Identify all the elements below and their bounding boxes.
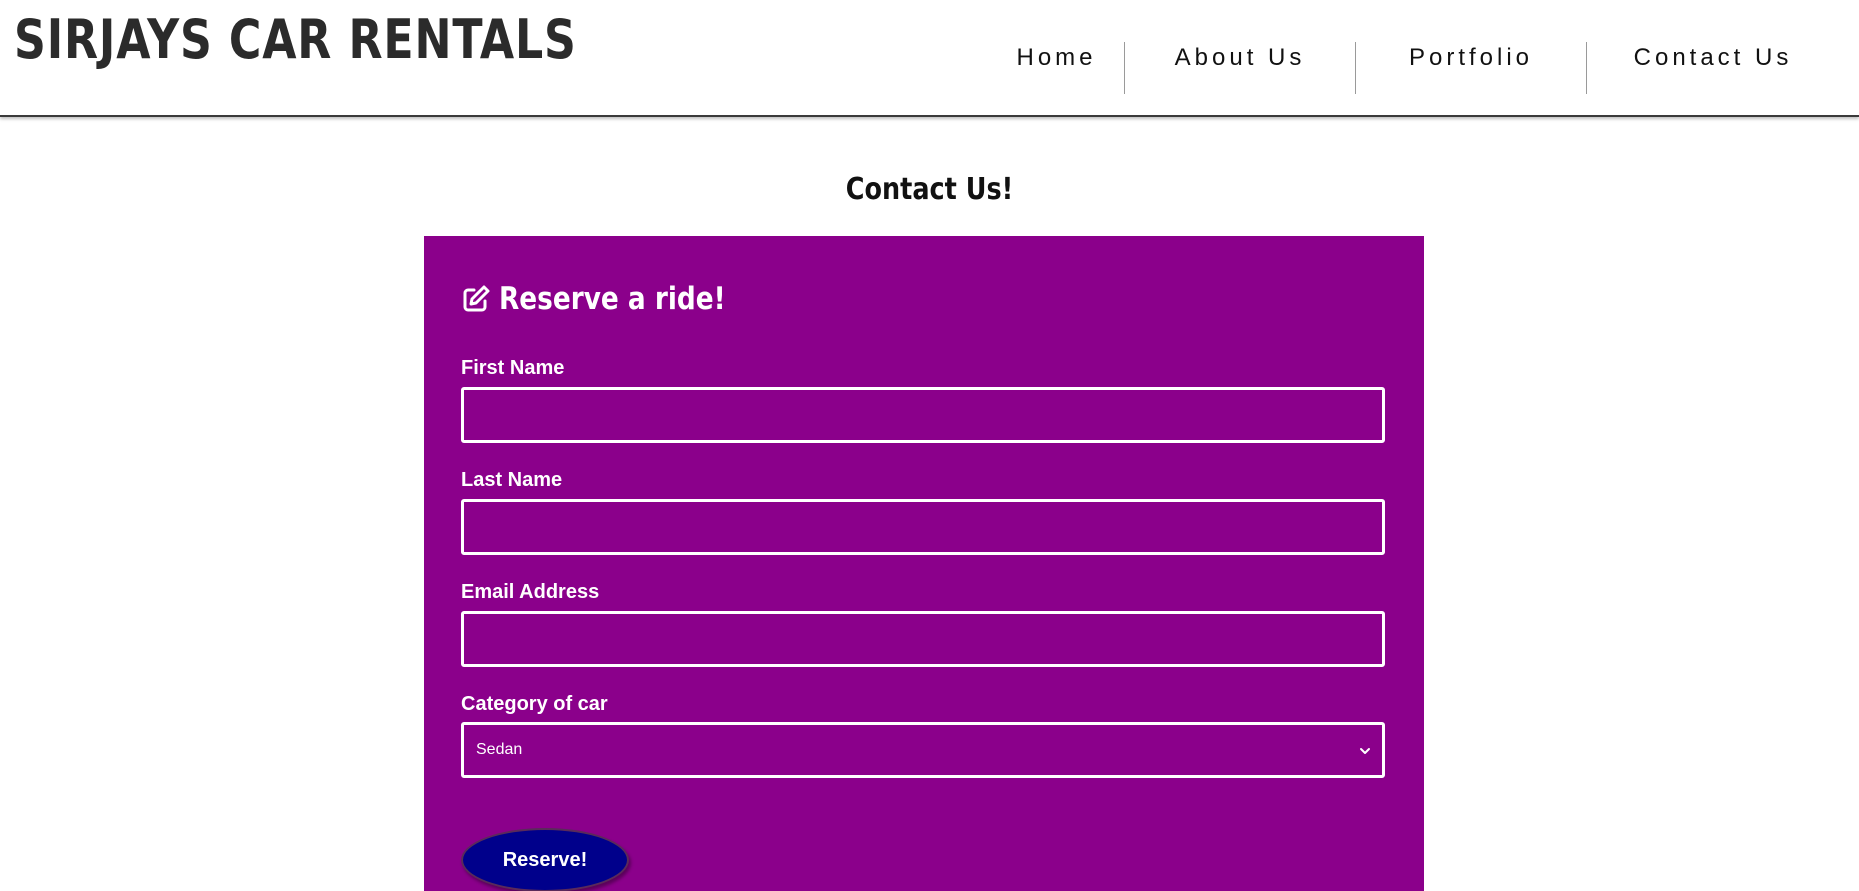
- site-brand[interactable]: SIRJAYS CAR RENTALS: [14, 8, 577, 71]
- site-header: SIRJAYS CAR RENTALS Home About Us Portfo…: [0, 0, 1859, 117]
- nav-contact-us[interactable]: Contact Us: [1587, 42, 1859, 94]
- last-name-label: Last Name: [461, 469, 563, 491]
- category-selected-value: Sedan: [476, 741, 523, 758]
- page-title: Contact Us!: [0, 172, 1859, 207]
- nav-home[interactable]: Home: [969, 42, 1124, 94]
- edit-icon: [463, 285, 490, 312]
- nav-about-us[interactable]: About Us: [1125, 42, 1355, 94]
- reserve-button[interactable]: Reserve!: [461, 828, 629, 891]
- reserve-form: Reserve a ride! First Name Last Name Ema…: [424, 236, 1424, 891]
- category-select[interactable]: Sedan: [461, 722, 1385, 778]
- category-label: Category of car: [461, 693, 608, 715]
- nav-portfolio[interactable]: Portfolio: [1356, 42, 1586, 94]
- main-nav: Home About Us Portfolio Contact Us: [969, 42, 1859, 94]
- first-name-field[interactable]: [461, 387, 1385, 443]
- page-title-text: Contact Us!: [845, 172, 1014, 207]
- chevron-down-icon: [1360, 748, 1370, 754]
- first-name-label: First Name: [461, 357, 565, 379]
- email-label: Email Address: [461, 581, 600, 603]
- form-heading-text: Reserve a ride!: [499, 281, 726, 317]
- last-name-field[interactable]: [461, 499, 1385, 555]
- email-field[interactable]: [461, 611, 1385, 667]
- form-heading: Reserve a ride!: [461, 280, 766, 318]
